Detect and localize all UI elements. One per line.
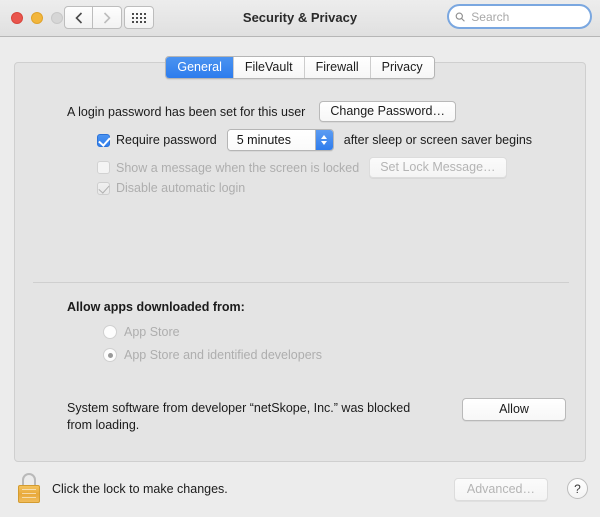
login-password-label: A login password has been set for this u…	[67, 104, 306, 119]
app-store-identified-developers-label: App Store and identified developers	[124, 348, 323, 362]
search-field[interactable]	[447, 4, 592, 29]
security-privacy-window: Security & Privacy General FileVault Fir…	[0, 0, 600, 517]
show-lock-message-checkbox	[97, 161, 110, 174]
allow-apps-option-appstore-identified: App Store and identified developers	[103, 348, 322, 362]
search-input[interactable]	[469, 8, 584, 25]
tab-privacy[interactable]: Privacy	[369, 57, 434, 78]
app-store-identified-developers-radio	[103, 348, 117, 362]
allow-apps-title-row: Allow apps downloaded from:	[67, 300, 245, 314]
tab-general[interactable]: General	[166, 57, 233, 78]
show-lock-message-row: Show a message when the screen is locked…	[97, 157, 507, 178]
tab-bar: General FileVault Firewall Privacy	[0, 56, 600, 79]
allow-apps-option-appstore: App Store	[103, 325, 180, 339]
title-bar: Security & Privacy	[0, 0, 600, 37]
blocked-software-notice: System software from developer “netSkope…	[67, 401, 411, 432]
app-store-label: App Store	[124, 325, 180, 339]
tab-firewall[interactable]: Firewall	[303, 57, 370, 78]
require-password-delay-value: 5 minutes	[227, 130, 315, 150]
change-password-button[interactable]: Change Password…	[319, 101, 456, 122]
general-panel: A login password has been set for this u…	[14, 62, 586, 462]
disable-automatic-login-row: Disable automatic login	[97, 181, 245, 195]
show-lock-message-label: Show a message when the screen is locked	[116, 160, 360, 175]
search-icon	[455, 11, 465, 22]
login-password-row: A login password has been set for this u…	[67, 101, 456, 122]
lock-closed-icon[interactable]	[16, 473, 42, 503]
disable-automatic-login-checkbox	[97, 181, 110, 195]
advanced-button: Advanced…	[453, 478, 548, 501]
stepper-arrows-icon[interactable]	[314, 130, 333, 150]
set-lock-message-button: Set Lock Message…	[369, 157, 507, 178]
allow-button[interactable]: Allow	[462, 398, 566, 421]
lock-hint-label: Click the lock to make changes.	[52, 482, 228, 496]
require-password-checkbox[interactable]	[97, 133, 111, 147]
allow-apps-title: Allow apps downloaded from:	[67, 300, 245, 314]
footer-bar: Click the lock to make changes. Advanced…	[0, 465, 600, 517]
require-password-suffix-label: after sleep or screen saver begins	[343, 133, 533, 147]
require-password-row: Require password 5 minutes after sleep o…	[97, 129, 532, 151]
app-store-radio	[103, 325, 117, 339]
tab-filevault[interactable]: FileVault	[232, 57, 304, 78]
disable-automatic-login-label: Disable automatic login	[116, 181, 246, 195]
section-divider	[33, 282, 569, 283]
require-password-delay-stepper[interactable]: 5 minutes	[226, 129, 334, 151]
help-button[interactable]: ?	[567, 478, 588, 499]
require-password-label: Require password	[116, 133, 217, 147]
